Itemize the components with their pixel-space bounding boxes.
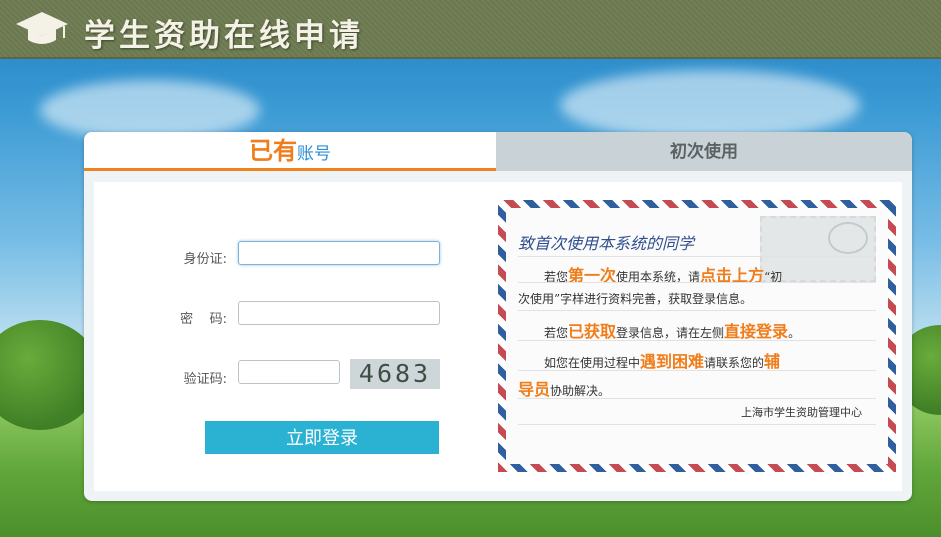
login-panel: 已有账号 初次使用 身份证: 密 码: 验证码: 4683 立即登录 致首次使用…: [84, 132, 912, 501]
id-label: 身份证:: [183, 252, 227, 267]
notice-text: 协助解决。: [550, 384, 611, 398]
password-input[interactable]: [238, 301, 440, 325]
captcha-label: 验证码:: [183, 372, 227, 387]
notice-letter-body: 致首次使用本系统的同学 若您第一次使用本系统，请点击上方“初 次使用”字样进行资…: [506, 208, 888, 464]
tab-existing-account[interactable]: 已有账号: [84, 132, 496, 171]
captcha-input[interactable]: [238, 360, 340, 384]
cloud: [40, 80, 260, 140]
ruled-line: [518, 340, 876, 341]
captcha-image[interactable]: 4683: [350, 359, 440, 389]
notice-text: 如您在使用过程中: [544, 356, 641, 370]
postmark-icon: [828, 222, 868, 254]
notice-heading: 致首次使用本系统的同学: [518, 234, 695, 253]
cloud: [560, 70, 860, 140]
tab-bar: 已有账号 初次使用: [84, 132, 912, 171]
site-title: 学生资助在线申请: [84, 18, 364, 54]
notice-paragraph-2: 若您已获取登录信息，请在左侧直接登录。: [544, 318, 800, 342]
ruled-line: [518, 370, 876, 371]
notice-highlight: 直接登录: [724, 322, 789, 341]
notice-highlight: 导员: [518, 380, 551, 399]
password-label: 密 码:: [180, 312, 227, 327]
notice-text: 登录信息，请在左侧: [616, 326, 725, 340]
ruled-line: [518, 398, 876, 399]
ruled-line: [518, 282, 876, 283]
site-header: 学生资助在线申请: [0, 0, 941, 59]
notice-signature: 上海市学生资助管理中心: [741, 406, 862, 419]
notice-letter: 致首次使用本系统的同学 若您第一次使用本系统，请点击上方“初 次使用”字样进行资…: [498, 200, 896, 472]
tab-existing-big-label: 已有: [249, 137, 297, 165]
notice-highlight: 已获取: [568, 322, 617, 341]
tab-content: 身份证: 密 码: 验证码: 4683 立即登录 致首次使用本系统的同学 若您第…: [94, 182, 902, 491]
id-input[interactable]: [238, 241, 440, 265]
tab-existing-small-label: 账号: [297, 144, 331, 164]
notice-paragraph-3: 如您在使用过程中遇到困难请联系您的辅: [544, 348, 780, 372]
notice-highlight: 遇到困难: [640, 352, 705, 371]
graduation-cap-icon: [16, 12, 68, 44]
notice-paragraph-1-cont: 次使用”字样进行资料完善，获取登录信息。: [518, 292, 753, 306]
ruled-line: [518, 310, 876, 311]
notice-paragraph-3-cont: 导员协助解决。: [518, 376, 610, 400]
ruled-line: [518, 424, 876, 425]
ruled-line: [518, 256, 876, 257]
tab-first-use[interactable]: 初次使用: [496, 132, 912, 171]
notice-text: 。: [788, 326, 801, 340]
notice-text: 若您: [544, 326, 569, 340]
login-button[interactable]: 立即登录: [205, 421, 439, 454]
notice-highlight: 辅: [764, 352, 781, 371]
notice-text: 请联系您的: [704, 356, 765, 370]
